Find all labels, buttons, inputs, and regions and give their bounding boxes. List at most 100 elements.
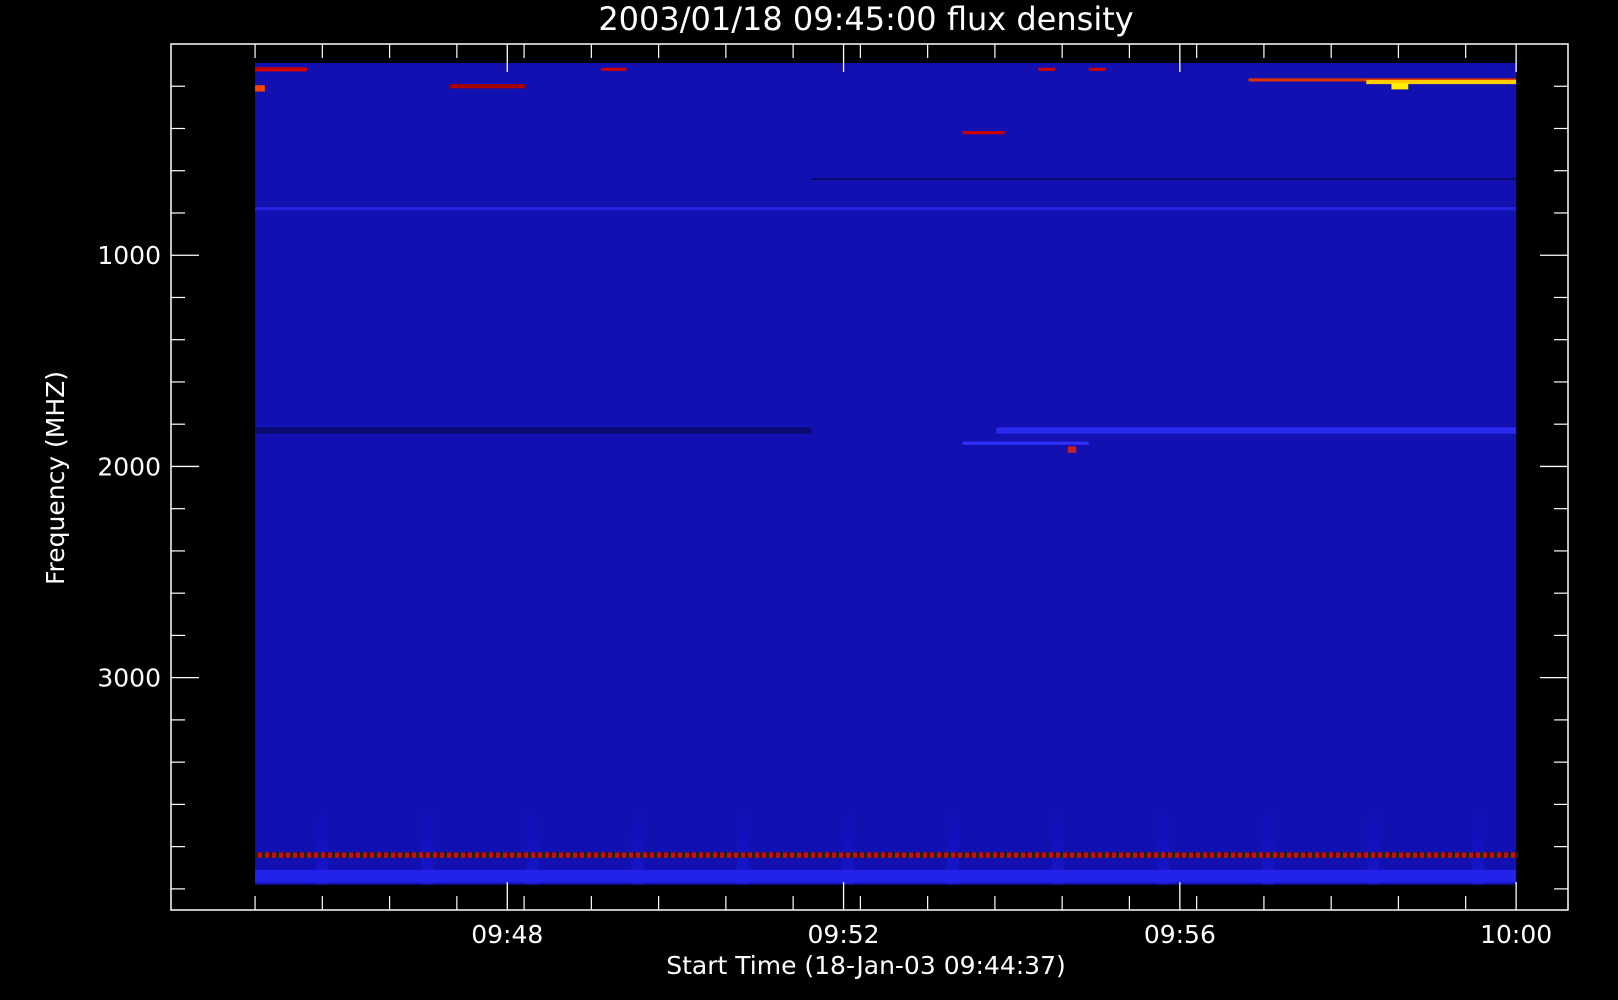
heatmap-noise (703, 852, 707, 859)
heatmap-noise (430, 852, 434, 859)
heatmap-background (255, 63, 1517, 885)
x-tick-label: 10:00 (1480, 920, 1552, 949)
heatmap-band (1067, 446, 1077, 453)
heatmap-noise (1326, 852, 1330, 859)
heatmap-noise (423, 852, 427, 859)
y-tick-label: 3000 (97, 664, 161, 693)
heatmap-noise (1025, 852, 1029, 859)
heatmap-column (1472, 593, 1485, 885)
flux-density-spectrogram: 2003/01/18 09:45:00 flux density 09:48 09… (0, 0, 1618, 1000)
heatmap-noise (1445, 852, 1449, 859)
heatmap-noise (864, 852, 868, 859)
heatmap-noise (948, 852, 952, 859)
heatmap-column (1157, 593, 1170, 885)
heatmap-noise (808, 852, 812, 859)
heatmap-noise (1214, 852, 1218, 859)
heatmap-noise (325, 852, 329, 859)
heatmap-noise (675, 852, 679, 859)
x-tick-label: 09:56 (1144, 920, 1216, 949)
heatmap-noise (892, 852, 896, 859)
heatmap-noise (829, 852, 833, 859)
heatmap-noise (1256, 852, 1260, 859)
heatmap-noise (710, 852, 714, 859)
heatmap-noise (1137, 852, 1141, 859)
heatmap-noise (1480, 852, 1484, 859)
heatmap-noise (353, 852, 357, 859)
heatmap-noise (1179, 852, 1183, 859)
heatmap-noise (1277, 852, 1281, 859)
heatmap-noise (367, 852, 371, 859)
heatmap-noise (661, 852, 665, 859)
heatmap-noise (1018, 852, 1022, 859)
heatmap-noise (577, 852, 581, 859)
heatmap-noise (556, 852, 560, 859)
heatmap-noise (1263, 852, 1267, 859)
heatmap-noise (374, 852, 378, 859)
heatmap-column (1262, 593, 1275, 885)
heatmap-noise (836, 852, 840, 859)
heatmap-noise (514, 852, 518, 859)
heatmap-band (601, 67, 627, 71)
heatmap-noise (1158, 852, 1162, 859)
heatmap-noise (1116, 852, 1120, 859)
heatmap-noise (1088, 852, 1092, 859)
heatmap-noise (262, 852, 266, 859)
heatmap-noise (1417, 852, 1421, 859)
heatmap-noise (1284, 852, 1288, 859)
heatmap-noise (1410, 852, 1414, 859)
heatmap-noise (276, 852, 280, 859)
heatmap-noise (941, 852, 945, 859)
heatmap-noise (745, 852, 749, 859)
heatmap-noise (934, 852, 938, 859)
heatmap-noise (682, 852, 686, 859)
heatmap-noise (1130, 852, 1134, 859)
heatmap-noise (1186, 852, 1190, 859)
heatmap-noise (654, 852, 658, 859)
heatmap-noise (1095, 852, 1099, 859)
heatmap-band (996, 427, 1517, 434)
heatmap-noise (1347, 852, 1351, 859)
heatmap-band (449, 84, 526, 89)
heatmap-noise (801, 852, 805, 859)
heatmap-noise (1431, 852, 1435, 859)
heatmap-noise (1312, 852, 1316, 859)
heatmap-noise (969, 852, 973, 859)
heatmap-column (1051, 593, 1064, 885)
heatmap-noise (647, 852, 651, 859)
heatmap-column (316, 593, 329, 885)
heatmap-noise (633, 852, 637, 859)
heatmap-noise (542, 852, 546, 859)
heatmap-noise (388, 852, 392, 859)
heatmap-column (736, 593, 749, 885)
heatmap-noise (724, 852, 728, 859)
heatmap-noise (472, 852, 476, 859)
heatmap-noise (1354, 852, 1358, 859)
heatmap-noise (1459, 852, 1463, 859)
heatmap-noise (402, 852, 406, 859)
heatmap-noise (640, 852, 644, 859)
heatmap-noise (850, 852, 854, 859)
heatmap-noise (1039, 852, 1043, 859)
heatmap-noise (997, 852, 1001, 859)
heatmap-noise (465, 852, 469, 859)
heatmap-noise (1193, 852, 1197, 859)
heatmap-noise (1011, 852, 1015, 859)
heatmap-noise (1403, 852, 1407, 859)
heatmap-noise (1046, 852, 1050, 859)
heatmap-column (421, 593, 434, 885)
heatmap-noise (360, 852, 364, 859)
heatmap-noise (591, 852, 595, 859)
heatmap-noise (1102, 852, 1106, 859)
heatmap-noise (983, 852, 987, 859)
heatmap-noise (1060, 852, 1064, 859)
heatmap-noise (570, 852, 574, 859)
heatmap-noise (451, 852, 455, 859)
heatmap-noise (1270, 852, 1274, 859)
heatmap-noise (1291, 852, 1295, 859)
heatmap-noise (1333, 852, 1337, 859)
x-axis-label: Start Time (18-Jan-03 09:44:37) (666, 951, 1065, 980)
heatmap-noise (731, 852, 735, 859)
heatmap-noise (1340, 852, 1344, 859)
heatmap-band (255, 207, 1517, 211)
heatmap-band (962, 131, 1005, 135)
